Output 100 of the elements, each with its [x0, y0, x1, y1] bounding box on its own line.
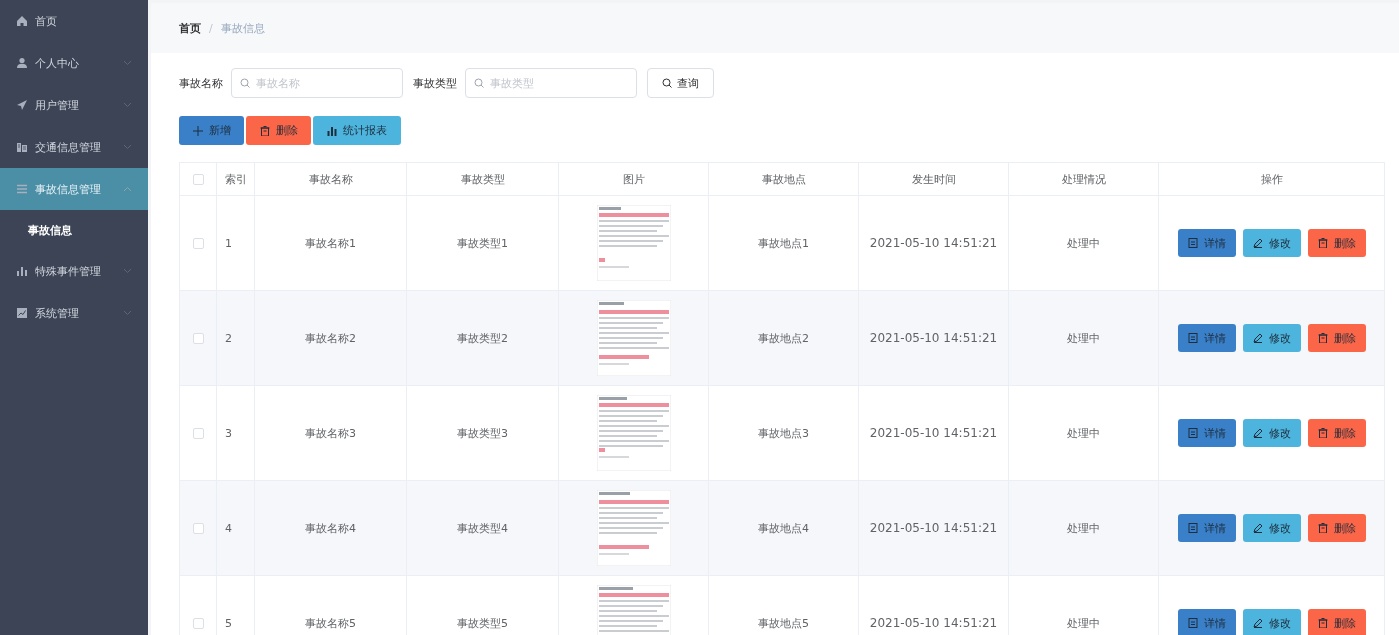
document-icon	[1187, 618, 1198, 628]
table-cell: 2021-05-10 14:51:21	[858, 480, 1009, 576]
delete-button[interactable]: 删除	[1307, 419, 1366, 447]
sidebar-item[interactable]: 个人中心	[0, 42, 148, 84]
document-icon	[1187, 428, 1198, 438]
table-cell: 事故名称1	[254, 195, 407, 291]
table-cell: 2021-05-10 14:51:21	[858, 290, 1009, 386]
column-header: 索引	[216, 162, 255, 196]
chevron-down-icon	[123, 268, 132, 274]
breadcrumb-item: 事故信息	[220, 20, 265, 36]
building-icon	[16, 141, 28, 153]
delete-button[interactable]: 删除	[1307, 514, 1366, 542]
plus-icon	[192, 125, 203, 136]
column-header: 处理情况	[1008, 162, 1159, 196]
column-header: 事故地点	[708, 162, 859, 196]
bar-chart-icon	[327, 125, 337, 136]
line-chart-icon	[16, 307, 28, 319]
column-header: 事故名称	[254, 162, 407, 196]
details-button[interactable]: 详情	[1177, 324, 1236, 352]
row-checkbox[interactable]	[192, 523, 204, 534]
details-button[interactable]: 详情	[1177, 514, 1236, 542]
table-cell: 事故地点2	[708, 290, 859, 386]
document-icon	[1187, 333, 1198, 343]
column-header: 发生时间	[858, 162, 1009, 196]
row-checkbox[interactable]	[192, 618, 204, 629]
details-button[interactable]: 详情	[1177, 609, 1236, 635]
column-header: 事故类型	[406, 162, 559, 196]
pen-icon	[1252, 333, 1263, 343]
table-cell: 事故类型1	[406, 195, 559, 291]
breadcrumb-separator: /	[209, 21, 213, 35]
pen-icon	[1252, 618, 1263, 628]
table-cell: 1	[216, 195, 255, 291]
chevron-down-icon	[123, 102, 132, 108]
breadcrumb-item[interactable]: 首页	[179, 20, 201, 36]
search-field[interactable]: 事故类型	[465, 68, 637, 98]
trash-icon	[259, 125, 270, 136]
list-icon	[16, 183, 28, 195]
trash-icon	[1317, 523, 1328, 533]
sidebar-item[interactable]: 事故信息管理	[0, 168, 148, 210]
table-cell: 处理中	[1008, 195, 1159, 291]
delete-button[interactable]: 删除	[246, 116, 311, 145]
table-cell: 处理中	[1008, 385, 1159, 481]
sidebar-subitem[interactable]: 事故信息	[0, 210, 148, 250]
trash-icon	[1317, 238, 1328, 248]
sidebar-item[interactable]: 特殊事件管理	[0, 250, 148, 292]
person-icon	[16, 57, 28, 69]
search-button[interactable]: 查询	[647, 68, 714, 98]
table-cell: 3	[216, 385, 255, 481]
delete-button[interactable]: 删除	[1307, 609, 1366, 635]
sidebar-item[interactable]: 交通信息管理	[0, 126, 148, 168]
table-cell: 事故名称2	[254, 290, 407, 386]
table-cell: 2	[216, 290, 255, 386]
pen-icon	[1252, 238, 1263, 248]
details-button[interactable]: 详情	[1177, 229, 1236, 257]
search-field[interactable]: 事故名称	[231, 68, 403, 98]
table-cell: 2021-05-10 14:51:21	[858, 195, 1009, 291]
edit-button[interactable]: 修改	[1242, 419, 1301, 447]
table-cell: 处理中	[1008, 290, 1159, 386]
trash-icon	[1317, 333, 1328, 343]
row-checkbox[interactable]	[192, 428, 204, 439]
edit-button[interactable]: 修改	[1242, 324, 1301, 352]
sidebar-item[interactable]: 用户管理	[0, 84, 148, 126]
home-icon	[16, 15, 28, 27]
row-checkbox[interactable]	[192, 238, 204, 249]
table-cell: 事故类型4	[406, 480, 559, 576]
chevron-down-icon	[123, 144, 132, 150]
search-icon	[662, 78, 672, 88]
table-cell: 事故类型3	[406, 385, 559, 481]
trash-icon	[1317, 428, 1328, 438]
trash-icon	[1317, 618, 1328, 628]
chevron-down-icon	[123, 60, 132, 66]
document-icon	[1187, 238, 1198, 248]
pen-icon	[1252, 428, 1263, 438]
table-cell: 事故地点4	[708, 480, 859, 576]
table-cell: 事故名称3	[254, 385, 407, 481]
column-header: 操作	[1158, 162, 1385, 196]
delete-button[interactable]: 删除	[1307, 324, 1366, 352]
select-all-checkbox[interactable]	[192, 174, 204, 185]
report-button[interactable]: 统计报表	[313, 116, 401, 145]
delete-button[interactable]: 删除	[1307, 229, 1366, 257]
row-checkbox[interactable]	[192, 333, 204, 344]
details-button[interactable]: 详情	[1177, 419, 1236, 447]
table-cell: 事故地点1	[708, 195, 859, 291]
edit-button[interactable]: 修改	[1242, 229, 1301, 257]
sidebar-item[interactable]: 首页	[0, 0, 148, 42]
sidebar-item[interactable]: 系统管理	[0, 292, 148, 334]
edit-button[interactable]: 修改	[1242, 514, 1301, 542]
edit-button[interactable]: 修改	[1242, 609, 1301, 635]
chevron-down-icon	[123, 310, 132, 316]
chevron-up-icon	[123, 186, 132, 192]
column-header: 图片	[558, 162, 709, 196]
table-cell: 4	[216, 480, 255, 576]
table-cell: 事故地点3	[708, 385, 859, 481]
field-label: 事故名称	[179, 75, 223, 91]
table-cell: 处理中	[1008, 480, 1159, 576]
paper-plane-icon	[16, 99, 28, 111]
table-cell: 2021-05-10 14:51:21	[858, 385, 1009, 481]
bar-chart-icon	[16, 265, 28, 277]
pen-icon	[1252, 523, 1263, 533]
add-button[interactable]: 新增	[179, 116, 244, 145]
